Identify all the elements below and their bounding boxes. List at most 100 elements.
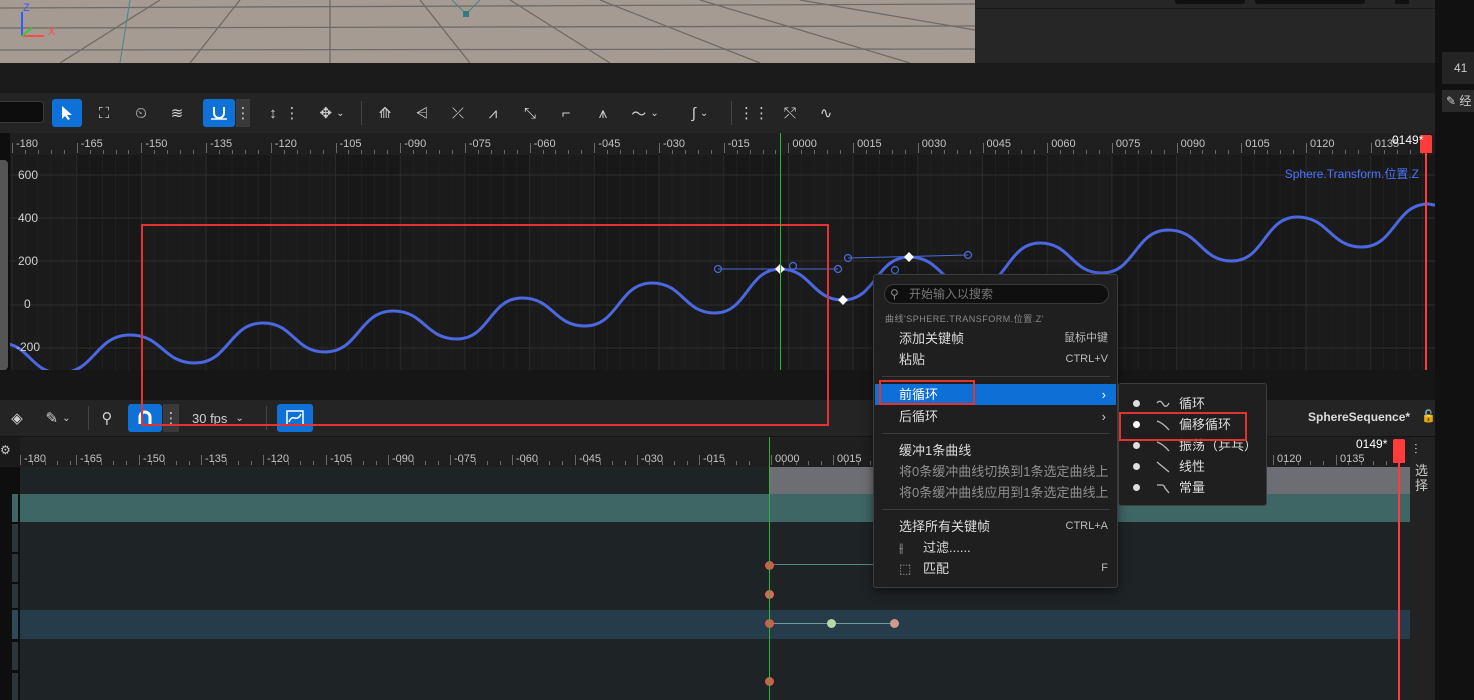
chevron-right-icon: › — [1101, 409, 1106, 424]
transform-tool-button[interactable]: ⛶ — [89, 99, 119, 127]
curve-ruler-tick — [723, 143, 725, 153]
key-reduce-button[interactable]: ⤲ — [775, 99, 805, 127]
curve-ruler-tick — [529, 143, 531, 153]
select-tool-button[interactable] — [52, 99, 82, 127]
track-key[interactable] — [827, 619, 836, 628]
seq-playhead-handle[interactable] — [1393, 439, 1405, 463]
menu-item-swap-buffer[interactable]: 将0条缓冲曲线切换到1条选定曲线上 — [875, 461, 1116, 482]
curve-editor-time-ruler[interactable]: -180 -165 -150 -135 -120 -105 -090 -075 -060 -045… — [0, 133, 1435, 155]
track-key[interactable] — [890, 619, 899, 628]
panel-button[interactable] — [1255, 0, 1365, 4]
context-search-input[interactable]: 开始输入以搜索 — [884, 284, 1109, 304]
curve-tree-scrollbar[interactable] — [0, 160, 8, 370]
submenu-item-constant[interactable]: 常量 — [1119, 477, 1266, 498]
vertical-snap-options[interactable]: ⋮ — [283, 99, 301, 127]
panel-button[interactable] — [1175, 0, 1245, 4]
right-strip-edit[interactable]: ✎ 经 — [1442, 90, 1474, 112]
curve-ruler-minor-tick — [891, 150, 893, 154]
curve-ruler-minor-tick — [762, 150, 764, 154]
break-tangent-button[interactable]: ⩘ — [478, 99, 508, 127]
panel-gap — [0, 63, 1435, 93]
curve-ruler-minor-tick — [296, 150, 298, 154]
auto-a-tangent-icon: ⩤ — [415, 104, 428, 122]
linear-tangent-button[interactable]: ⤡ — [515, 99, 545, 127]
grid-band — [1306, 155, 1371, 370]
seq-ruler-tick-label: -060 — [516, 453, 539, 465]
multi-curve-icon: ≋ — [170, 105, 184, 122]
framing-dropdown[interactable]: ✥ ⌄ — [312, 99, 352, 127]
marker-button[interactable]: ⚲ — [94, 404, 120, 432]
menu-item-post-infinity[interactable]: 后循环 › — [875, 406, 1116, 427]
oscillate-icon — [1156, 441, 1170, 452]
auto-clamped-tangent-button[interactable]: ⩤ — [407, 99, 437, 127]
curve-ruler-minor-tick — [930, 150, 932, 154]
track-row-selected[interactable] — [20, 610, 1410, 639]
search-icon: ⚲ — [890, 287, 899, 301]
pre-infinity-dropdown[interactable]: 〜 ⌄ — [625, 99, 665, 127]
curve-ruler-tick — [270, 143, 272, 153]
user-tangent-button[interactable]: ⤫ — [443, 99, 473, 127]
multi-select-tool-button[interactable]: ≋ — [162, 99, 192, 127]
curve-ruler-minor-tick — [219, 150, 221, 154]
track-color-tab — [12, 584, 18, 608]
menu-item-filter[interactable]: ⫲ 过滤...... — [875, 537, 1116, 558]
axis-gizmo: Z X — [18, 2, 55, 38]
seq-ruler-tick-label: -045 — [579, 453, 602, 465]
menu-item-paste[interactable]: 粘贴 CTRL+V — [875, 349, 1116, 370]
post-infinity-dropdown[interactable]: ∫ ⌄ — [680, 99, 720, 127]
constant-tangent-button[interactable]: ⌐ — [551, 99, 581, 127]
curve-filter-input[interactable] — [0, 101, 44, 123]
snapping-options-button[interactable]: ⋮ — [235, 99, 251, 127]
panel-button[interactable] — [1395, 0, 1409, 4]
flatten-tangent-button[interactable]: ⩚ — [588, 99, 618, 127]
menu-item-label: 过滤...... — [923, 540, 971, 555]
menu-item-select-all-keys[interactable]: 选择所有关键帧 CTRL+A — [875, 516, 1116, 537]
submenu-item-linear[interactable]: 线性 — [1119, 456, 1266, 477]
seq-ruler-minor-tick — [487, 461, 489, 465]
curve-ruler-tick — [1111, 143, 1113, 153]
selection-tab[interactable]: 选择 — [1415, 463, 1429, 493]
sliders-icon[interactable]: ⫶ — [1414, 441, 1418, 458]
seq-ruler-minor-tick — [612, 461, 614, 465]
menu-item-add-key[interactable]: 添加关键帧 鼠标中键 — [875, 328, 1116, 349]
menu-item-buffer-curve[interactable]: 缓冲1条曲线 — [875, 440, 1116, 461]
key-mode-button[interactable]: ◈ — [2, 404, 32, 432]
seq-ruler-minor-tick — [1373, 461, 1375, 465]
curve-ruler-tick-label: -045 — [598, 138, 621, 150]
retime-tool-button[interactable]: ⏲ — [126, 99, 156, 127]
ruler-corner: ⚙ — [0, 437, 20, 467]
key-reduce-icon: ⤲ — [783, 104, 796, 122]
curve-ruler-tick-label: 0015 — [857, 138, 882, 150]
curve-ruler-tick — [1241, 143, 1243, 153]
magnet-snap-icon — [211, 107, 227, 120]
user-tangent-icon: ⤫ — [451, 104, 464, 122]
curve-ruler-tick-label: 0090 — [1180, 138, 1206, 150]
curve-ruler-tick-label: 0105 — [1245, 138, 1270, 150]
curve-ruler-tick-label: 0045 — [986, 138, 1011, 150]
curve-ruler-minor-tick — [283, 150, 285, 154]
edit-tool-dropdown[interactable]: ✎ ⌄ — [38, 404, 78, 432]
annotation-box-curve-region — [141, 224, 829, 426]
key-filter-button[interactable]: ∿ — [811, 99, 841, 127]
menu-item-apply-buffer[interactable]: 将0条缓冲曲线应用到1条选定曲线上 — [875, 482, 1116, 503]
curve-ruler-minor-tick — [646, 150, 648, 154]
track-list-gutter — [0, 467, 20, 700]
snapping-button[interactable] — [203, 99, 235, 127]
key-spacing-button[interactable]: ⋮⋮ — [739, 99, 769, 127]
curve-ruler-minor-tick — [1098, 150, 1100, 154]
curve-ruler-minor-tick — [1357, 150, 1359, 154]
seq-ruler-tick — [833, 455, 834, 465]
lock-icon[interactable]: 🔓 — [1421, 409, 1436, 423]
gear-icon[interactable]: ⚙ — [0, 443, 11, 457]
auto-tangent-button[interactable]: ⟰ — [370, 99, 400, 127]
curve-name-label[interactable]: Sphere.Transform.位置.Z — [1285, 165, 1419, 182]
seq-ruler-tick — [388, 455, 389, 465]
menu-item-match[interactable]: ⬚ 匹配 F — [875, 558, 1116, 579]
kebab-icon: ⋮ — [235, 105, 251, 122]
submenu-item-cycle[interactable]: 循环 — [1119, 393, 1266, 414]
seq-ruler-tick-label: -165 — [80, 453, 103, 465]
sequence-name[interactable]: SphereSequence* — [1308, 410, 1410, 424]
track-color-tab — [12, 610, 18, 639]
curve-ruler-tick-label: 0120 — [1310, 138, 1335, 150]
viewport-3d[interactable]: Z X — [0, 0, 975, 63]
